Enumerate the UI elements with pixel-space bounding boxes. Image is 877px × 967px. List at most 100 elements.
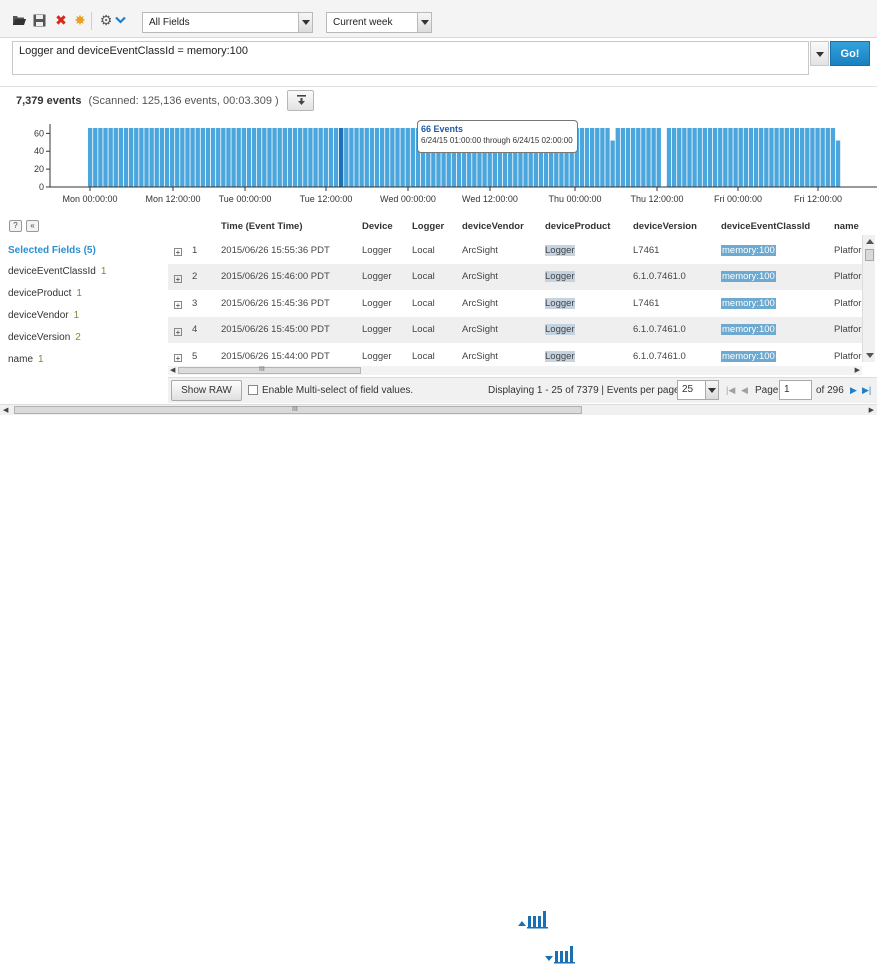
help-button[interactable]: ? xyxy=(9,220,22,232)
histogram-bar[interactable] xyxy=(190,128,195,187)
histogram-bar[interactable] xyxy=(728,128,733,187)
expand-row-icon[interactable]: + xyxy=(174,248,182,257)
time-range-select[interactable]: Current week xyxy=(326,12,432,33)
cell-device[interactable]: Logger xyxy=(360,263,410,290)
histogram-bar[interactable] xyxy=(410,128,416,187)
histogram-bar[interactable] xyxy=(246,128,252,187)
histogram-bar[interactable] xyxy=(210,128,216,187)
histogram-bar[interactable] xyxy=(333,128,339,187)
histogram-bar[interactable] xyxy=(677,128,682,187)
histogram-bar[interactable] xyxy=(390,128,395,187)
histogram-bar[interactable] xyxy=(748,128,754,187)
scroll-thumb[interactable] xyxy=(865,249,874,261)
histogram-bar[interactable] xyxy=(231,128,236,187)
column-header-device[interactable]: Device xyxy=(360,215,410,237)
histogram-bar[interactable] xyxy=(123,128,129,187)
histogram-bar[interactable] xyxy=(195,128,200,187)
cell-device-vendor[interactable]: ArcSight xyxy=(460,263,543,290)
histogram-bar[interactable] xyxy=(216,128,221,187)
cell-name[interactable]: Platfor xyxy=(832,343,862,365)
histogram-bar[interactable] xyxy=(625,128,631,187)
column-header-logger[interactable]: Logger xyxy=(410,215,460,237)
cell-device-version[interactable]: 6.1.0.7461.0 xyxy=(631,263,719,290)
column-header-device-event-class-id[interactable]: deviceEventClassId xyxy=(719,215,832,237)
histogram-bar[interactable] xyxy=(88,128,93,187)
column-header-device-product[interactable]: deviceProduct xyxy=(543,215,631,237)
expand-row-icon[interactable]: + xyxy=(174,327,182,336)
histogram-bar[interactable] xyxy=(579,128,585,187)
cell-name[interactable]: Platfor xyxy=(832,263,862,290)
sort-descending-icon[interactable] xyxy=(544,944,578,964)
histogram-bar[interactable] xyxy=(385,128,390,187)
previous-page-icon[interactable]: ◀ xyxy=(741,385,748,396)
histogram-bar[interactable] xyxy=(671,128,677,187)
table-row[interactable]: +1 2015/06/26 15:55:36 PDT Logger Local ArcS… xyxy=(168,237,862,264)
histogram-bar[interactable] xyxy=(364,128,369,187)
cell-device-version[interactable]: 6.1.0.7461.0 xyxy=(631,343,719,365)
search-query-input[interactable]: Logger and deviceEventClassId = memory:1… xyxy=(12,41,809,75)
histogram-bar[interactable] xyxy=(723,128,728,187)
table-row[interactable]: +2 2015/06/26 15:46:00 PDT Logger Local ArcS… xyxy=(168,263,862,290)
cell-device-event-class-id[interactable]: memory:100 xyxy=(719,316,832,343)
histogram-bar[interactable] xyxy=(226,128,231,187)
next-page-icon[interactable]: ▶ xyxy=(850,385,857,396)
expand-row-icon[interactable]: + xyxy=(174,274,182,283)
histogram-bar[interactable] xyxy=(128,128,134,187)
histogram-bar[interactable] xyxy=(308,128,313,187)
histogram-bar[interactable] xyxy=(692,128,697,187)
cell-device-vendor[interactable]: ArcSight xyxy=(460,343,543,365)
histogram-bar[interactable] xyxy=(221,128,226,187)
scroll-right-icon[interactable]: ▶ xyxy=(855,366,860,374)
scroll-up-icon[interactable] xyxy=(866,239,874,244)
cell-time[interactable]: 2015/06/26 15:46:00 PDT xyxy=(219,263,360,290)
cell-time[interactable]: 2015/06/26 15:45:00 PDT xyxy=(219,316,360,343)
histogram-bar[interactable] xyxy=(712,128,718,187)
field-item[interactable]: deviceEventClassId 1 xyxy=(8,266,106,277)
cell-device-product[interactable]: Logger xyxy=(543,343,631,365)
chevron-down-icon[interactable] xyxy=(114,12,126,28)
field-item[interactable]: deviceVersion 2 xyxy=(8,332,81,343)
cell-device-version[interactable]: 6.1.0.7461.0 xyxy=(631,316,719,343)
histogram-bar[interactable] xyxy=(318,128,323,187)
histogram-bar[interactable] xyxy=(718,128,723,187)
cell-device-vendor[interactable]: ArcSight xyxy=(460,237,543,264)
histogram-bar[interactable] xyxy=(682,128,687,187)
field-item[interactable]: deviceProduct 1 xyxy=(8,288,82,299)
histogram-bar[interactable] xyxy=(646,128,651,187)
field-item[interactable]: deviceVendor 1 xyxy=(8,310,79,321)
histogram-bar[interactable] xyxy=(277,128,282,187)
histogram-bar[interactable] xyxy=(159,128,165,187)
query-history-dropdown[interactable] xyxy=(810,41,829,66)
histogram-bar[interactable] xyxy=(180,128,185,187)
cell-device-product[interactable]: Logger xyxy=(543,237,631,264)
cell-device-event-class-id[interactable]: memory:100 xyxy=(719,263,832,290)
histogram-bar[interactable] xyxy=(733,128,738,187)
histogram-bar[interactable] xyxy=(262,128,267,187)
histogram-bar[interactable] xyxy=(641,128,646,187)
table-row[interactable]: +4 2015/06/26 15:45:00 PDT Logger Local ArcS… xyxy=(168,316,862,343)
cell-device[interactable]: Logger xyxy=(360,290,410,317)
cell-device-event-class-id[interactable]: memory:100 xyxy=(719,237,832,264)
histogram-bar[interactable] xyxy=(784,128,789,187)
cell-device[interactable]: Logger xyxy=(360,237,410,264)
cell-time[interactable]: 2015/06/26 15:55:36 PDT xyxy=(219,237,360,264)
histogram-bar[interactable] xyxy=(656,128,661,187)
cell-logger[interactable]: Local xyxy=(410,343,460,365)
histogram-bar[interactable] xyxy=(303,128,308,187)
histogram-bar[interactable] xyxy=(379,128,385,187)
histogram-bar[interactable] xyxy=(395,128,400,187)
chevron-down-icon[interactable] xyxy=(298,13,312,32)
cell-logger[interactable]: Local xyxy=(410,316,460,343)
histogram-bar[interactable] xyxy=(605,128,610,187)
histogram-bar[interactable] xyxy=(800,128,805,187)
cell-device-product[interactable]: Logger xyxy=(543,263,631,290)
folder-open-icon[interactable] xyxy=(11,12,27,28)
histogram-bar[interactable] xyxy=(789,128,795,187)
histogram-bar[interactable] xyxy=(615,128,620,187)
histogram-bar[interactable] xyxy=(164,128,170,187)
histogram-bar[interactable] xyxy=(292,128,298,187)
save-icon[interactable] xyxy=(31,12,47,28)
histogram-bar[interactable] xyxy=(349,128,354,187)
table-row[interactable]: +5 2015/06/26 15:44:00 PDT Logger Local ArcS… xyxy=(168,343,862,365)
histogram-bar[interactable] xyxy=(236,128,241,187)
